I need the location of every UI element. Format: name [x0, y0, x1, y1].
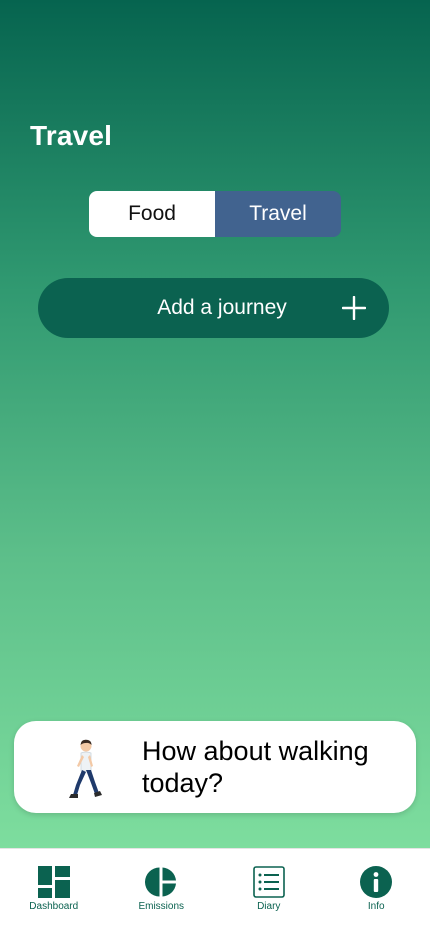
tab-diary[interactable]: Diary	[215, 849, 323, 932]
tab-emissions[interactable]: Emissions	[108, 849, 216, 932]
page-title: Travel	[30, 120, 113, 151]
segment-travel[interactable]: Travel	[215, 191, 341, 237]
tab-info[interactable]: Info	[323, 849, 430, 932]
person-walking-icon	[69, 739, 102, 798]
category-segmented-control: Food Travel	[89, 191, 341, 237]
tab-dashboard[interactable]: Dashboard	[0, 849, 108, 932]
walking-tip-text: How about walking today?	[142, 736, 369, 798]
tab-dashboard-label: Dashboard	[29, 901, 79, 912]
pie-chart-icon	[145, 867, 177, 897]
add-journey-button[interactable]: Add a journey	[38, 278, 389, 338]
segment-food[interactable]: Food	[89, 191, 215, 237]
tab-emissions-label: Emissions	[138, 901, 185, 912]
info-icon	[360, 866, 393, 898]
dashboard-icon	[37, 866, 70, 898]
tab-diary-label: Diary	[257, 901, 281, 912]
plus-icon	[342, 296, 366, 320]
tab-info-label: Info	[367, 901, 385, 912]
app-screen: Travel Food Travel Add a journey How abo…	[0, 0, 430, 932]
walking-tip-card: How about walking today?	[14, 721, 416, 813]
bottom-tab-bar: Dashboard Emissions Diary Info	[0, 848, 430, 932]
list-icon	[252, 866, 285, 898]
